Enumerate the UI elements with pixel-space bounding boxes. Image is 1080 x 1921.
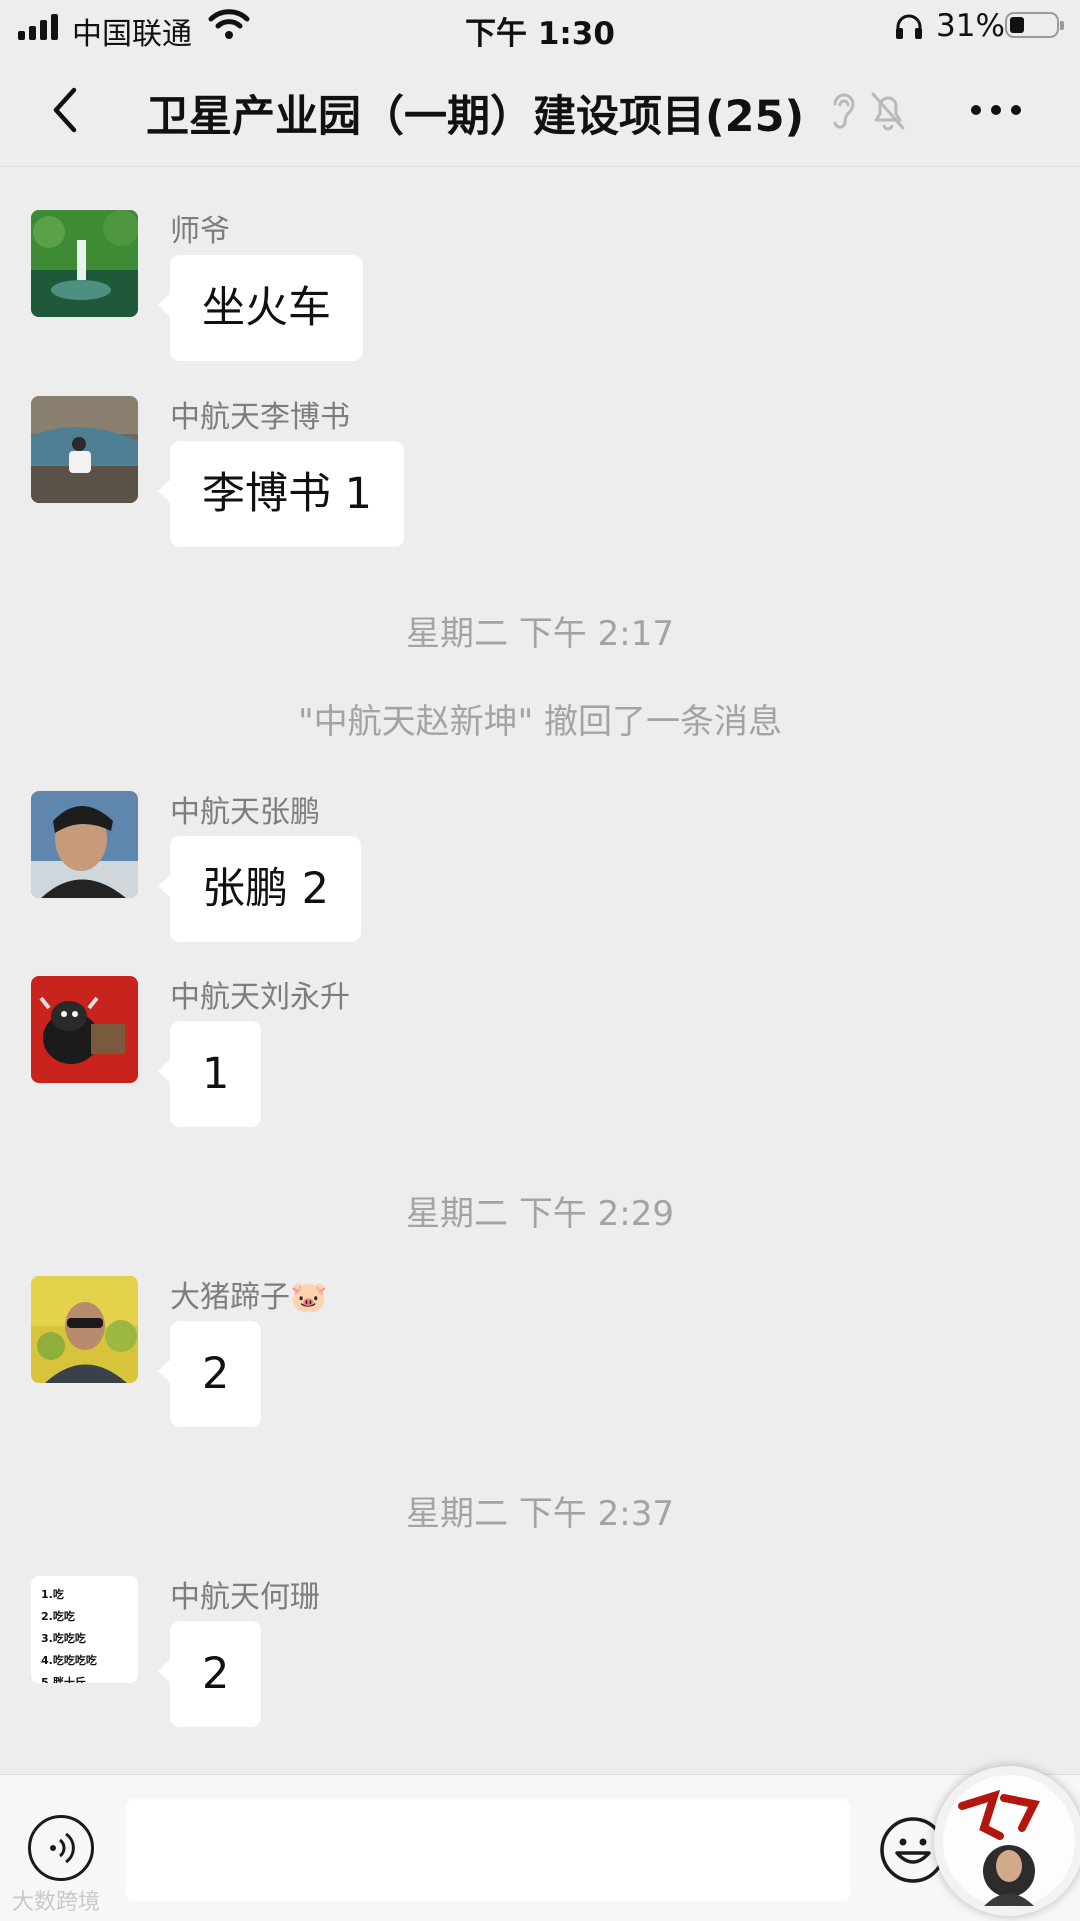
timestamp: 星期二 下午 2:17 — [406, 614, 674, 654]
timestamp: 星期二 下午 2:29 — [406, 1194, 674, 1234]
timestamp: 星期二 下午 2:37 — [406, 1494, 674, 1534]
avatar[interactable] — [31, 791, 138, 898]
chat-header: 卫星产业园（一期）建设项目(25) — [0, 54, 1080, 167]
status-bar: 中国联通 下午 1:30 31% — [0, 0, 1080, 54]
message-bubble[interactable]: 张鹏 2 — [157, 836, 362, 942]
avatar[interactable] — [31, 396, 138, 503]
sender-name: 中航天何珊 — [170, 1580, 320, 1615]
sender-name: 大猪蹄子🐷 — [170, 1280, 328, 1315]
message-bubble[interactable]: 2 — [157, 1321, 262, 1427]
ear-icon — [833, 93, 855, 129]
avatar[interactable] — [31, 976, 138, 1083]
sender-name: 中航天李博书 — [170, 400, 350, 435]
battery-level — [1010, 17, 1024, 33]
avatar[interactable]: 1.吃 2.吃吃 3.吃吃吃 4.吃吃吃吃 5.胖十斤 — [31, 1576, 138, 1683]
more-button[interactable] — [966, 92, 1026, 128]
battery-icon — [1005, 12, 1064, 38]
message-bubble[interactable]: 李博书 1 — [157, 441, 405, 547]
sender-name: 中航天张鹏 — [170, 795, 320, 830]
battery-percent: 31% — [936, 8, 1005, 44]
message-bubble[interactable]: 1 — [157, 1021, 262, 1127]
avatar-text-list: 1.吃 2.吃吃 3.吃吃吃 4.吃吃吃吃 5.胖十斤 — [41, 1588, 97, 1683]
message-bubble[interactable]: 2 — [157, 1621, 262, 1727]
watermark: 大数跨境 — [12, 1890, 101, 1915]
chat-title: 卫星产业园（一期）建设项目(25) — [146, 92, 805, 142]
avatar[interactable] — [31, 210, 138, 317]
voice-icon — [50, 1832, 75, 1864]
headphone-icon — [896, 14, 922, 39]
sender-name: 中航天刘永升 — [170, 980, 350, 1015]
back-button[interactable] — [40, 82, 96, 138]
message-bubble[interactable]: 坐火车 — [158, 255, 363, 361]
avatar[interactable] — [31, 1276, 138, 1383]
message-input[interactable] — [126, 1799, 850, 1901]
floating-avatar-badge[interactable] — [934, 1766, 1080, 1916]
recall-notice: "中航天赵新坤" 撤回了一条消息 — [297, 702, 783, 742]
input-bar — [0, 1774, 1080, 1921]
sender-name: 师爷 — [170, 214, 230, 249]
voice-button[interactable] — [28, 1815, 94, 1881]
bell-off-icon — [871, 92, 905, 131]
